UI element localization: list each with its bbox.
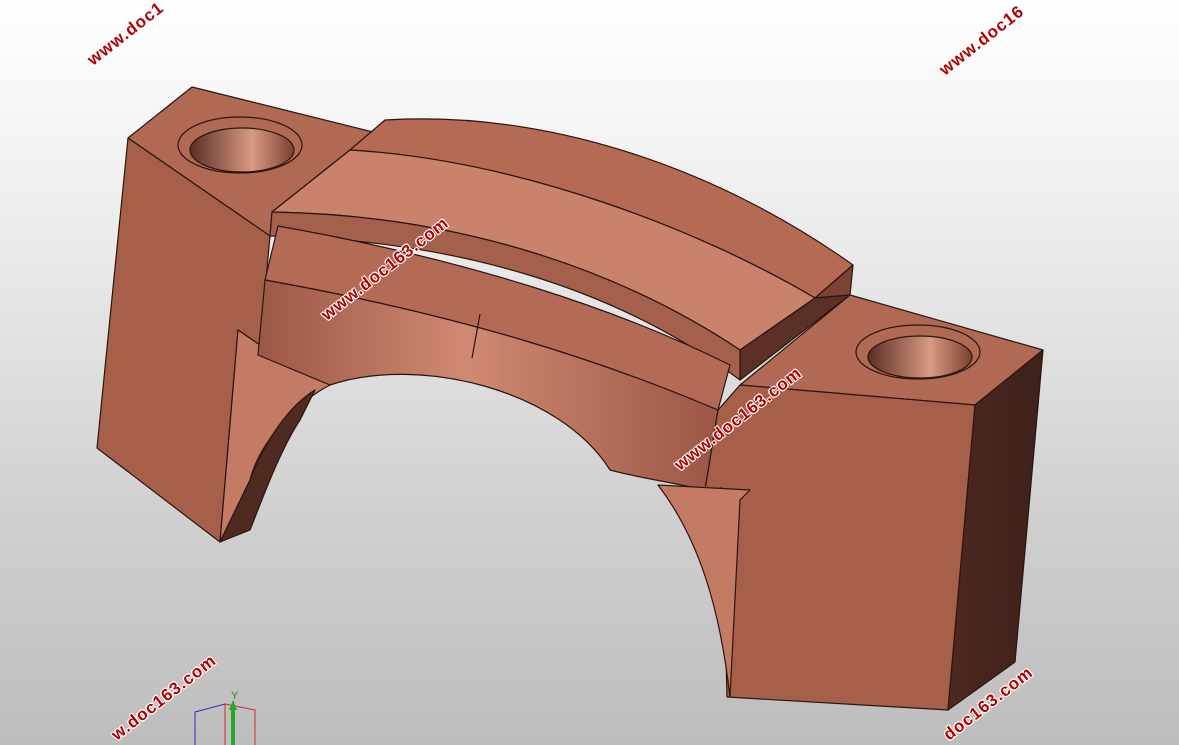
cad-viewport[interactable]: www.doc1 www.doc16 www.doc163.com www.do… <box>0 0 1179 745</box>
bearing-cap-model[interactable] <box>0 0 1179 745</box>
triad-y-label: Y <box>231 690 239 702</box>
left-hole-bore <box>189 127 295 173</box>
coordinate-triad-icon: Y <box>194 690 256 745</box>
right-hole-bore <box>867 335 973 379</box>
right-block-front-face <box>704 384 976 711</box>
